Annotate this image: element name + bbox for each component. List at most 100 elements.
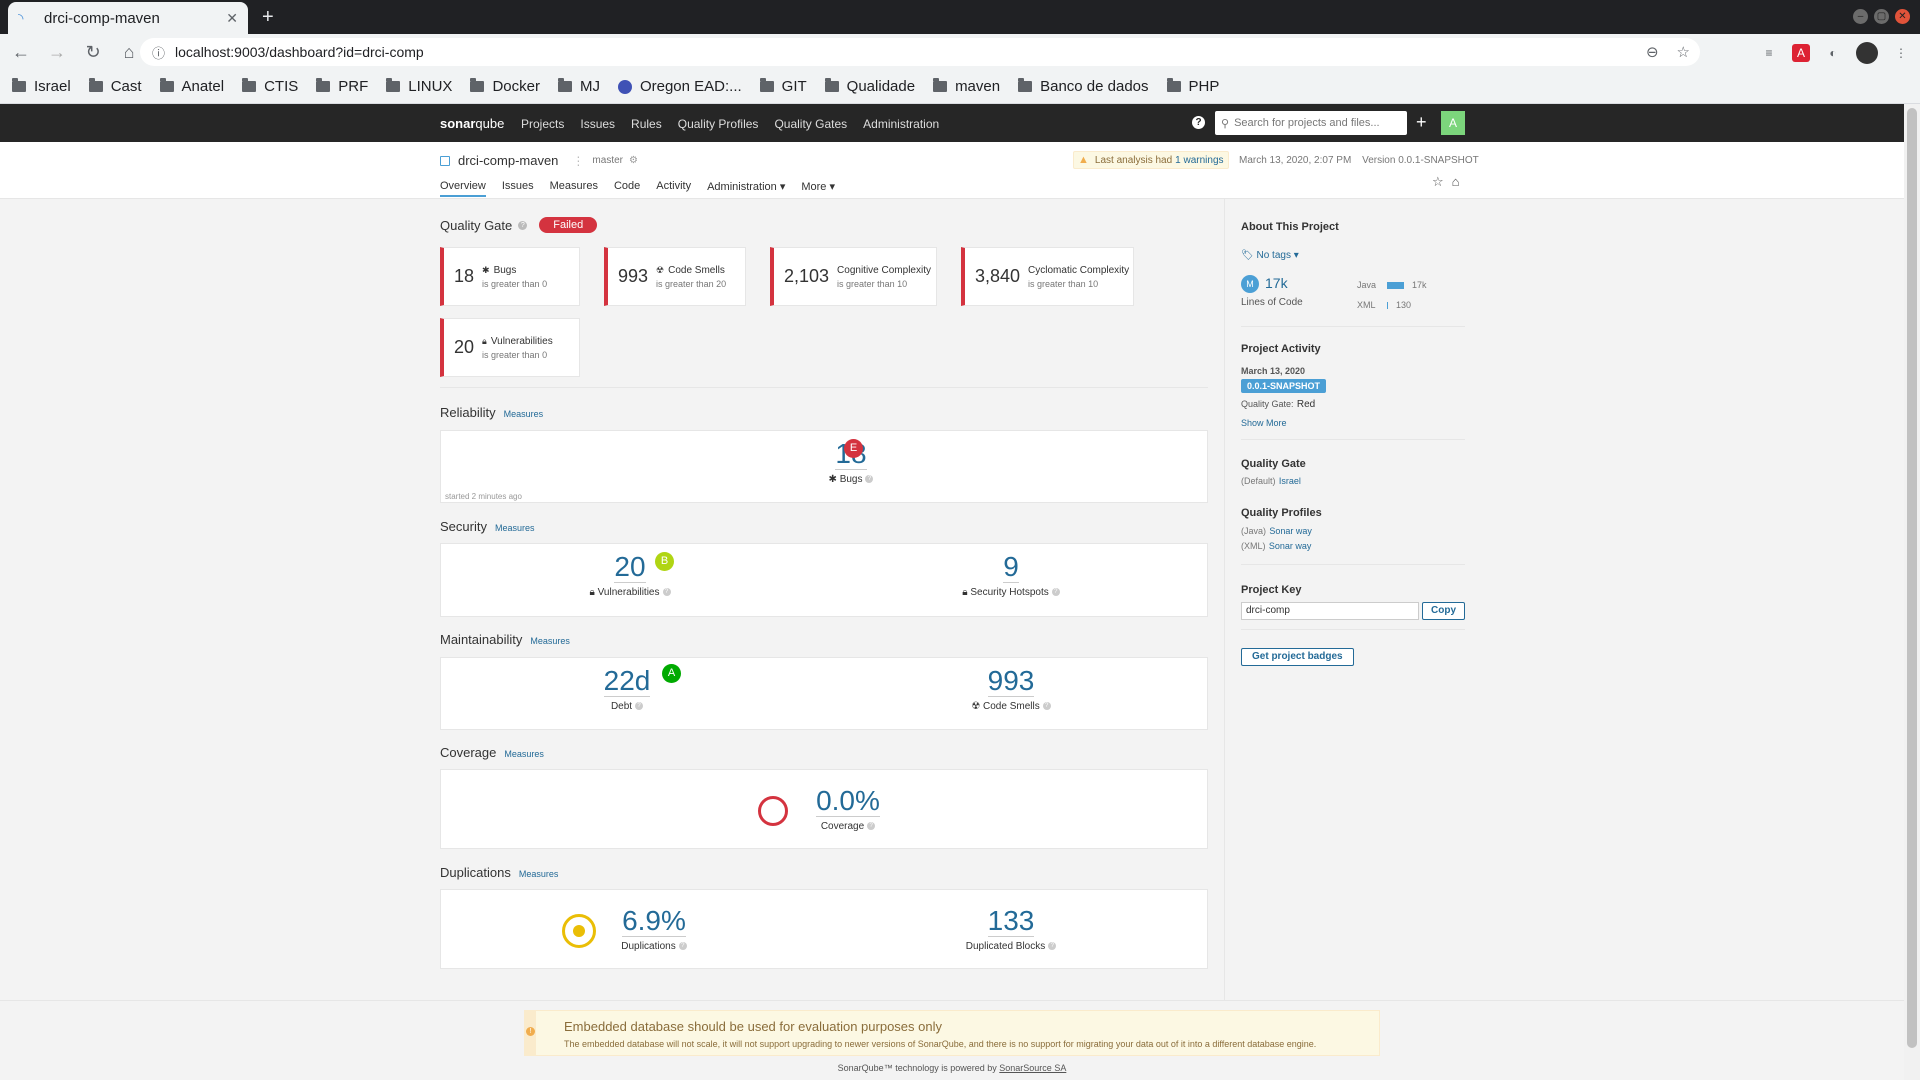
maintainability-rating[interactable]: A xyxy=(662,664,681,683)
sonarsource-link[interactable]: SonarSource SA xyxy=(999,1063,1066,1073)
qg-condition-code-smells[interactable]: 993 ☢ Code Smells is greater than 20 xyxy=(604,247,746,306)
help-icon[interactable]: ? xyxy=(635,702,644,711)
help-icon[interactable]: ? xyxy=(662,588,671,597)
bookmark-folder[interactable]: GIT xyxy=(759,78,807,95)
forward-icon[interactable]: → xyxy=(42,42,72,63)
minimize-icon[interactable]: – xyxy=(1853,9,1868,24)
bookmark-star-icon[interactable]: ☆ xyxy=(1677,43,1690,61)
tab-more[interactable]: More ▾ xyxy=(801,180,835,197)
extension-icon[interactable]: ≡ xyxy=(1760,44,1778,62)
nav-projects[interactable]: Projects xyxy=(521,117,564,131)
help-icon[interactable]: ? xyxy=(1051,588,1060,597)
nav-quality-gates[interactable]: Quality Gates xyxy=(774,117,847,131)
site-info-icon[interactable]: ⓘ xyxy=(152,43,165,62)
vulnerabilities-value[interactable]: 20 xyxy=(614,552,646,583)
maximize-icon[interactable]: ▢ xyxy=(1874,9,1889,24)
tab-code[interactable]: Code xyxy=(614,180,640,197)
new-tab-icon[interactable]: + xyxy=(262,6,274,29)
favorite-star-icon[interactable]: ☆ xyxy=(1432,174,1444,190)
code-smells-value[interactable]: 993 xyxy=(987,666,1035,697)
tags-selector[interactable]: 🏷︎ No tags ▾ xyxy=(1241,247,1465,261)
tab-activity[interactable]: Activity xyxy=(656,180,691,197)
tab-overview[interactable]: Overview xyxy=(440,180,486,197)
bookmark-folder[interactable]: Qualidade xyxy=(824,78,915,95)
debt-value[interactable]: 22d xyxy=(603,666,651,697)
bookmark-folder[interactable]: Israel xyxy=(12,78,71,95)
qg-condition-vulnerabilities[interactable]: 20 🔒︎ Vulnerabilities is greater than 0 xyxy=(440,318,580,377)
bookmark-folder[interactable]: maven xyxy=(933,78,1000,95)
bookmark-link[interactable]: Oregon EAD:... xyxy=(617,78,742,95)
coverage-value[interactable]: 0.0% xyxy=(816,786,880,817)
copy-button[interactable]: Copy xyxy=(1422,602,1465,620)
loc-value[interactable]: 17k xyxy=(1265,275,1288,291)
zoom-icon[interactable]: ⊖ xyxy=(1646,43,1659,61)
security-rating[interactable]: B xyxy=(655,552,674,571)
browser-menu-icon[interactable]: ⋮ xyxy=(1892,44,1910,62)
nav-administration[interactable]: Administration xyxy=(863,117,939,131)
reload-icon[interactable]: ↻ xyxy=(78,42,108,63)
nav-quality-profiles[interactable]: Quality Profiles xyxy=(678,117,759,131)
global-search-input[interactable]: ⚲ Search for projects and files... xyxy=(1215,111,1407,135)
create-plus-icon[interactable]: + xyxy=(1416,112,1427,133)
warnings-link[interactable]: 1 warnings xyxy=(1175,155,1223,166)
browser-tab[interactable]: ◝ drci-comp-maven ✕ xyxy=(8,2,248,34)
bookmark-folder[interactable]: Docker xyxy=(470,78,540,95)
qg-condition-cognitive-complexity[interactable]: 2,103 Cognitive Complexity is greater tha… xyxy=(770,247,937,306)
close-window-icon[interactable]: ✕ xyxy=(1895,9,1910,24)
nav-rules[interactable]: Rules xyxy=(631,117,662,131)
tab-issues[interactable]: Issues xyxy=(502,180,534,197)
help-icon[interactable]: ? xyxy=(1192,116,1205,129)
scrollbar-thumb[interactable] xyxy=(1907,108,1917,1048)
hotspots-value[interactable]: 9 xyxy=(1003,552,1019,583)
bookmark-folder[interactable]: PRF xyxy=(316,78,368,95)
profile-link[interactable]: Sonar way xyxy=(1269,541,1312,551)
bookmark-folder[interactable]: LINUX xyxy=(386,78,452,95)
maintainability-measures-link[interactable]: Measures xyxy=(530,636,570,646)
close-tab-icon[interactable]: ✕ xyxy=(226,10,238,27)
qg-condition-cyclomatic-complexity[interactable]: 3,840 Cyclomatic Complexity is greater th… xyxy=(961,247,1134,306)
branch-settings-icon[interactable]: ⚙ xyxy=(629,155,638,166)
security-measures-link[interactable]: Measures xyxy=(495,523,535,533)
bookmark-folder[interactable]: PHP xyxy=(1166,78,1219,95)
profile-link[interactable]: Sonar way xyxy=(1269,526,1312,536)
bookmark-folder[interactable]: Cast xyxy=(88,78,142,95)
duplications-value[interactable]: 6.9% xyxy=(622,906,686,937)
home-page-icon[interactable]: ⌂ xyxy=(1452,174,1460,190)
bookmark-folder[interactable]: MJ xyxy=(557,78,600,95)
branch-name[interactable]: master xyxy=(592,155,623,166)
coverage-measures-link[interactable]: Measures xyxy=(504,749,544,759)
get-project-badges-button[interactable]: Get project badges xyxy=(1241,648,1354,666)
project-name[interactable]: drci-comp-maven xyxy=(458,153,558,168)
user-avatar[interactable]: A xyxy=(1441,111,1465,135)
dark-mode-extension-icon[interactable]: ◐ xyxy=(1824,44,1842,62)
tab-measures[interactable]: Measures xyxy=(550,180,598,197)
duplicated-blocks-value[interactable]: 133 xyxy=(987,906,1035,937)
quality-gate-link[interactable]: Israel xyxy=(1279,476,1301,486)
duplications-measures-link[interactable]: Measures xyxy=(519,869,559,879)
help-icon[interactable]: ? xyxy=(865,475,874,484)
help-icon[interactable]: ? xyxy=(1042,702,1051,711)
qg-condition-bugs[interactable]: 18 ✱ Bugs is greater than 0 xyxy=(440,247,580,306)
nav-issues[interactable]: Issues xyxy=(580,117,615,131)
page-scrollbar[interactable] xyxy=(1904,104,1920,1080)
duplications-measure: 6.9% Duplications? xyxy=(621,905,687,952)
reliability-rating[interactable]: E xyxy=(844,439,863,458)
reliability-measures-link[interactable]: Measures xyxy=(504,409,544,419)
help-icon[interactable]: ? xyxy=(1048,942,1057,951)
back-icon[interactable]: ← xyxy=(6,42,36,63)
sonarqube-logo[interactable]: sonarqube xyxy=(440,116,504,131)
bookmark-folder[interactable]: Anatel xyxy=(159,78,224,95)
help-icon[interactable]: ? xyxy=(678,942,687,951)
show-more-link[interactable]: Show More xyxy=(1241,415,1465,429)
bookmark-folder[interactable]: CTIS xyxy=(242,78,298,95)
coverage-panel: 0.0% Coverage? xyxy=(440,769,1208,849)
help-icon[interactable]: ? xyxy=(518,220,528,230)
bookmark-folder[interactable]: Banco de dados xyxy=(1018,78,1149,95)
profile-avatar[interactable] xyxy=(1856,42,1878,64)
tab-administration[interactable]: Administration ▾ xyxy=(707,180,785,197)
address-bar[interactable]: ⓘ localhost:9003/dashboard?id=drci-comp … xyxy=(140,38,1700,66)
project-key-input[interactable]: drci-comp xyxy=(1241,602,1419,620)
powered-by: SonarQube™ technology is powered by Sona… xyxy=(837,1063,1067,1073)
angular-extension-icon[interactable]: A xyxy=(1792,44,1810,62)
help-icon[interactable]: ? xyxy=(867,822,876,831)
